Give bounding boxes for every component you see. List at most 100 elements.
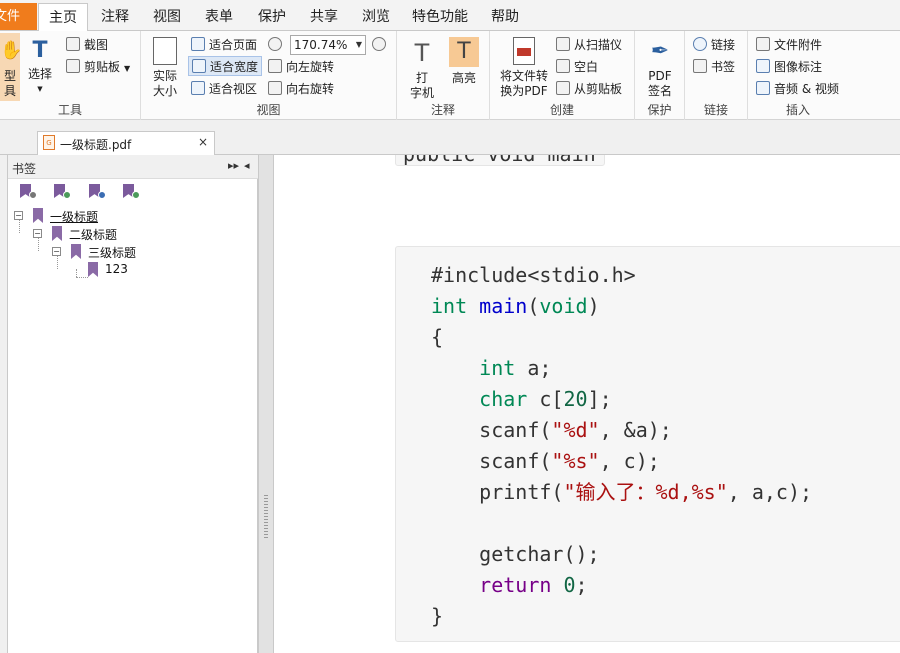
fit-visible-button[interactable]: 适合视区 [191, 79, 257, 99]
link-label: 链接 [711, 38, 736, 52]
rotate-left-label: 向左旋转 [286, 60, 335, 74]
pdf-sign-button[interactable]: ✒ PDF 签名 [641, 35, 679, 103]
fit-width-button[interactable]: 适合宽度 [188, 56, 263, 76]
fit-visible-label: 适合视区 [209, 82, 258, 96]
code-block-partial: public void main [395, 155, 605, 166]
zoom-in-button[interactable] [372, 35, 390, 55]
fit-width-icon [192, 59, 206, 73]
zoom-in-icon [372, 37, 386, 51]
rotate-right-button[interactable]: 向右旋转 [268, 79, 334, 99]
scanner-icon [556, 37, 570, 51]
bookmark-icon [693, 59, 707, 73]
menu-file[interactable]: 文件 [0, 3, 37, 30]
link-button[interactable]: 链接 [693, 35, 735, 55]
convert-to-pdf-button[interactable]: 将文件转 换为PDF [498, 35, 550, 103]
add-bookmark-icon[interactable] [54, 184, 71, 199]
from-scanner-button[interactable]: 从扫描仪 [556, 35, 622, 55]
fit-page-button[interactable]: 适合页面 [191, 35, 257, 55]
code-line: scanf("%s", c); [431, 449, 660, 473]
typewriter-button[interactable]: T 打 字机 [403, 35, 441, 103]
collapse-toggle-icon[interactable]: − [52, 247, 61, 256]
clipboard-pdf-icon [556, 81, 570, 95]
bookmark-item-level1[interactable]: − 一级标题 [14, 207, 214, 225]
select-text-icon: T [32, 38, 48, 63]
close-icon[interactable]: × [198, 135, 208, 149]
convert-pdf-icon [513, 37, 535, 65]
actual-size-button[interactable]: 实际 大小 [147, 35, 183, 103]
ribbon-group-protect: ✒ PDF 签名 保护 [635, 31, 685, 120]
menu-view[interactable]: 视图 [143, 3, 191, 31]
ribbon-group-links: 链接 书签 链接 [685, 31, 748, 120]
menu-help[interactable]: 帮助 [481, 3, 529, 31]
select-button[interactable]: T 选择 ▼ [24, 35, 56, 97]
ribbon-group-view: 实际 大小 适合页面 适合宽度 适合视区 170.74% ▼ 向左旋转 向右旋转… [141, 31, 397, 120]
rotate-left-icon [268, 59, 282, 73]
bookmark-item-level2[interactable]: − 二级标题 [33, 225, 233, 243]
hand-tool-label: 型 [3, 69, 16, 83]
bookmark-item-level3[interactable]: − 三级标题 [52, 243, 252, 261]
group-label-view: 视图 [256, 103, 281, 117]
ribbon: ✋ 型 具 T 选择 ▼ 截图 剪贴板▼ 工具 实际 大小 适合页面 适合宽度 [0, 31, 900, 120]
zoom-out-button[interactable] [268, 35, 286, 55]
zoom-select[interactable]: 170.74% ▼ [290, 35, 366, 55]
select-label: 选择 [27, 67, 52, 81]
blank-page-icon [556, 59, 570, 73]
file-attachment-button[interactable]: 文件附件 [756, 35, 822, 55]
screenshot-button[interactable]: 截图 [66, 35, 108, 55]
collapse-panel-icon[interactable]: ◂ [244, 159, 250, 172]
bookmark-flag-icon [71, 244, 81, 259]
code-line: { [431, 325, 444, 349]
audio-video-button[interactable]: 音频 & 视频 [756, 79, 839, 99]
menu-home[interactable]: 主页 [38, 3, 88, 32]
chevron-down-icon: ▼ [355, 40, 362, 49]
delete-bookmark-icon[interactable] [20, 184, 37, 199]
group-label-protect: 保护 [647, 103, 672, 117]
actual-size-label-2: 大小 [152, 84, 177, 98]
menu-protect[interactable]: 保护 [248, 3, 296, 31]
film-icon [756, 81, 770, 95]
menu-browse[interactable]: 浏览 [352, 3, 400, 31]
blank-label: 空白 [574, 60, 599, 74]
hand-icon: ✋ [0, 40, 23, 61]
menu-comment[interactable]: 注释 [91, 3, 139, 31]
file-attachment-label: 文件附件 [774, 38, 823, 52]
panel-splitter[interactable] [258, 155, 274, 653]
bookmark-item-label: 三级标题 [88, 246, 137, 260]
menu-features[interactable]: 特色功能 [402, 3, 478, 31]
fit-width-label: 适合宽度 [210, 60, 259, 74]
bookmark-button[interactable]: 书签 [693, 57, 735, 77]
code-line: getchar(); [431, 542, 600, 566]
image-annotation-button[interactable]: 图像标注 [756, 57, 822, 77]
highlight-label: 高亮 [451, 71, 476, 85]
globe-link-icon [693, 37, 707, 51]
collapse-toggle-icon[interactable]: − [14, 211, 23, 220]
collapse-toggle-icon[interactable]: − [33, 229, 42, 238]
clipboard-button[interactable]: 剪贴板 ▼ [66, 57, 130, 77]
code-line: char c[20]; [479, 387, 612, 411]
camera-icon [66, 37, 80, 51]
clipboard-label: 剪贴板 [84, 60, 121, 74]
from-clipboard-button[interactable]: 从剪贴板 [556, 79, 622, 99]
convert-label-2: 换为PDF [500, 84, 548, 98]
bookmark-item-level4[interactable]: 123 [71, 261, 271, 279]
code-text: public void main [403, 155, 596, 165]
pen-icon: ✒ [650, 39, 670, 64]
bookmark-label: 书签 [711, 60, 736, 74]
properties-bookmark-icon[interactable] [123, 184, 140, 199]
rotate-right-icon [268, 81, 282, 95]
move-bookmark-icon[interactable] [89, 184, 106, 199]
menu-share[interactable]: 共享 [300, 3, 348, 31]
blank-button[interactable]: 空白 [556, 57, 598, 77]
document-tab[interactable]: G 一级标题.pdf × [37, 131, 215, 155]
splitter-grip[interactable] [264, 495, 268, 539]
bookmark-item-label: 123 [105, 262, 128, 276]
hand-tool-button[interactable]: ✋ 型 具 [0, 33, 23, 101]
typewriter-icon: T [414, 39, 430, 67]
rotate-left-button[interactable]: 向左旋转 [268, 57, 334, 77]
document-view[interactable]: public void main #include<stdio.h> int m… [275, 155, 900, 653]
expand-panel-icon[interactable]: ▸▸ [228, 159, 239, 172]
fit-page-label: 适合页面 [209, 38, 258, 52]
menu-form[interactable]: 表单 [195, 3, 243, 31]
highlight-button[interactable]: T 高亮 [447, 35, 481, 85]
from-clipboard-label: 从剪贴板 [574, 82, 623, 96]
